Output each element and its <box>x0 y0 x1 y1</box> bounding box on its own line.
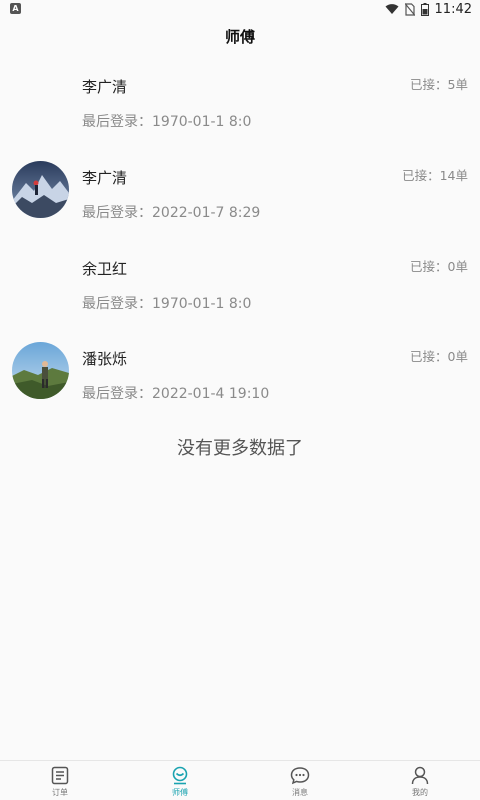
master-name: 余卫红 <box>82 260 128 278</box>
last-login-time: 1970-01-1 8:0 <box>152 296 252 312</box>
avatar <box>12 342 69 399</box>
clock: 11:42 <box>434 1 472 17</box>
bottom-tab-bar: 订单 师傅 消息 我的 <box>0 760 480 800</box>
last-login: 最后登录：2022-01-4 19:10 <box>82 383 269 403</box>
tab-profile[interactable]: 我的 <box>360 761 480 800</box>
app-notification-icon: A <box>10 3 21 14</box>
wifi-icon <box>385 4 399 14</box>
master-name: 李广清 <box>82 169 128 187</box>
page-header: 师傅 <box>0 18 480 54</box>
orders-taken: 已接：0单 <box>410 349 468 364</box>
tab-masters[interactable]: 师傅 <box>120 761 240 800</box>
list-item[interactable]: 潘张烁 已接：0单 最后登录：2022-01-4 19:10 <box>0 336 480 420</box>
tab-label: 订单 <box>52 788 68 797</box>
app-screen: A 11:42 师傅 李广清 已接：5单 最后登录：1970-01-1 8:0 … <box>0 0 480 800</box>
last-login-label: 最后登录： <box>82 205 152 221</box>
tab-orders[interactable]: 订单 <box>0 761 120 800</box>
last-login: 最后登录：1970-01-1 8:0 <box>82 111 251 131</box>
tab-label: 师傅 <box>172 788 188 797</box>
status-bar: A 11:42 <box>0 0 480 18</box>
no-sim-icon <box>404 2 415 16</box>
status-icons: 11:42 <box>385 1 472 17</box>
master-icon <box>172 766 188 785</box>
tab-label: 我的 <box>412 788 428 797</box>
last-login-label: 最后登录： <box>82 386 152 402</box>
last-login-time: 2022-01-7 8:29 <box>152 205 261 221</box>
list-item[interactable]: 李广清 已接：5单 最后登录：1970-01-1 8:0 <box>0 64 480 148</box>
last-login: 最后登录：1970-01-1 8:0 <box>82 293 251 313</box>
orders-taken: 已接：5单 <box>410 77 468 92</box>
message-icon <box>290 767 310 785</box>
master-name: 潘张烁 <box>82 350 128 368</box>
last-login-label: 最后登录： <box>82 296 152 312</box>
list-item[interactable]: 余卫红 已接：0单 最后登录：1970-01-1 8:0 <box>0 246 480 330</box>
orders-taken: 已接：14单 <box>402 168 468 183</box>
order-list-icon <box>51 766 69 785</box>
last-login-time: 1970-01-1 8:0 <box>152 114 252 130</box>
battery-icon <box>420 2 429 16</box>
last-login-time: 2022-01-4 19:10 <box>152 386 270 402</box>
tab-label: 消息 <box>292 788 308 797</box>
last-login-label: 最后登录： <box>82 114 152 130</box>
page-title: 师傅 <box>224 27 255 46</box>
list-item[interactable]: 李广清 已接：14单 最后登录：2022-01-7 8:29 <box>0 155 480 239</box>
profile-icon <box>411 766 429 785</box>
last-login: 最后登录：2022-01-7 8:29 <box>82 202 260 222</box>
orders-taken: 已接：0单 <box>410 259 468 274</box>
avatar <box>12 161 69 218</box>
tab-messages[interactable]: 消息 <box>240 761 360 800</box>
list-end-message: 没有更多数据了 <box>177 438 303 459</box>
master-name: 李广清 <box>82 78 128 96</box>
